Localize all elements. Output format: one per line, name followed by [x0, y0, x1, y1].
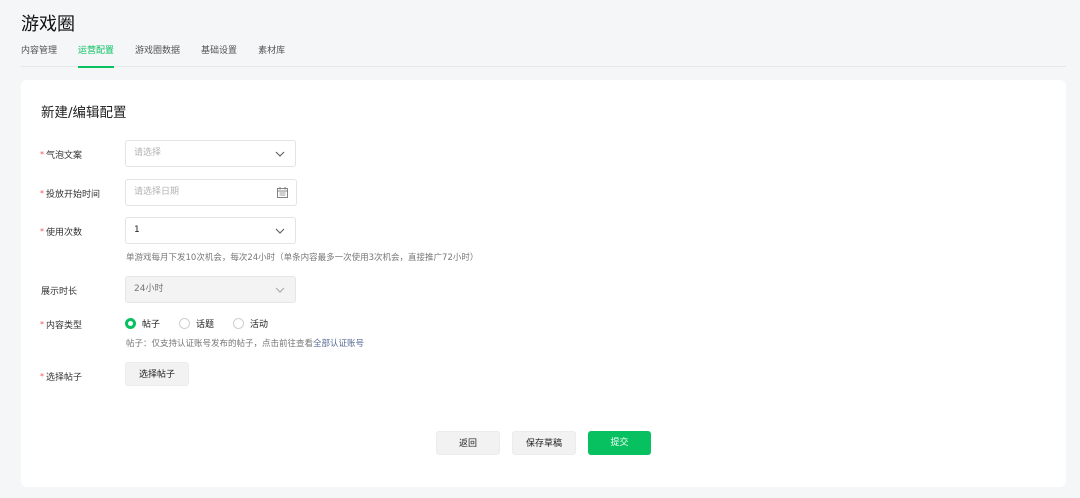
required-mark: * [40, 150, 44, 159]
radio-activity[interactable]: 活动 [233, 317, 268, 330]
all-verified-accounts-link[interactable]: 全部认证账号 [313, 339, 364, 349]
tab-bar: 内容管理 运营配置 游戏圈数据 基础设置 素材库 [21, 45, 1066, 68]
tab-game-circle-data[interactable]: 游戏圈数据 [135, 45, 180, 67]
required-mark: * [40, 372, 44, 381]
radio-post[interactable]: 帖子 [125, 317, 160, 330]
use-count-hint: 单游戏每月下发10次机会，每次24小时（单条内容最多一次使用3次机会，直接推广7… [126, 253, 479, 263]
chevron-down-icon [275, 228, 285, 234]
use-count-label: * 使用次数 [40, 227, 83, 238]
back-button[interactable]: 返回 [436, 431, 500, 455]
tab-basic-settings[interactable]: 基础设置 [201, 45, 237, 67]
content-type-radio-group: 帖子 话题 活动 [125, 317, 287, 330]
bubble-copy-placeholder: 请选择 [134, 148, 162, 158]
chevron-down-icon [275, 151, 285, 157]
page-title: 游戏圈 [21, 14, 75, 35]
submit-button[interactable]: 提交 [588, 431, 651, 455]
bubble-copy-select[interactable]: 请选择 [125, 140, 296, 167]
config-form-card: 新建/编辑配置 * 气泡文案 请选择 * 投放开始时间 请选择日期 * 使用次数… [21, 80, 1066, 487]
display-duration-value: 24小时 [134, 284, 164, 294]
display-duration-label: 展示时长 [41, 287, 78, 297]
tab-content-management[interactable]: 内容管理 [21, 45, 57, 67]
radio-unchecked-icon [233, 318, 245, 329]
start-date-placeholder: 请选择日期 [134, 187, 180, 197]
display-duration-select: 24小时 [125, 276, 296, 303]
use-count-select[interactable]: 1 [125, 217, 296, 244]
radio-topic[interactable]: 话题 [179, 317, 214, 330]
chevron-down-icon [275, 287, 285, 293]
calendar-icon [277, 187, 288, 198]
content-type-label: * 内容类型 [40, 320, 83, 331]
content-type-hint: 帖子：仅支持认证账号发布的帖子，点击前往查看全部认证账号 [126, 339, 365, 349]
bubble-copy-label: * 气泡文案 [40, 150, 83, 161]
required-mark: * [40, 227, 44, 236]
required-mark: * [40, 320, 44, 329]
radio-checked-icon [125, 318, 136, 329]
radio-unchecked-icon [179, 318, 191, 329]
required-mark: * [40, 189, 44, 198]
form-title: 新建/编辑配置 [41, 105, 127, 121]
select-post-label: * 选择帖子 [40, 372, 83, 383]
tab-operation-config[interactable]: 运营配置 [78, 45, 115, 68]
start-time-label: * 投放开始时间 [40, 189, 101, 200]
use-count-value: 1 [134, 225, 140, 235]
save-draft-button[interactable]: 保存草稿 [512, 431, 576, 455]
select-post-button[interactable]: 选择帖子 [125, 362, 189, 386]
tab-material-library[interactable]: 素材库 [258, 45, 285, 67]
start-date-picker[interactable]: 请选择日期 [125, 179, 297, 206]
